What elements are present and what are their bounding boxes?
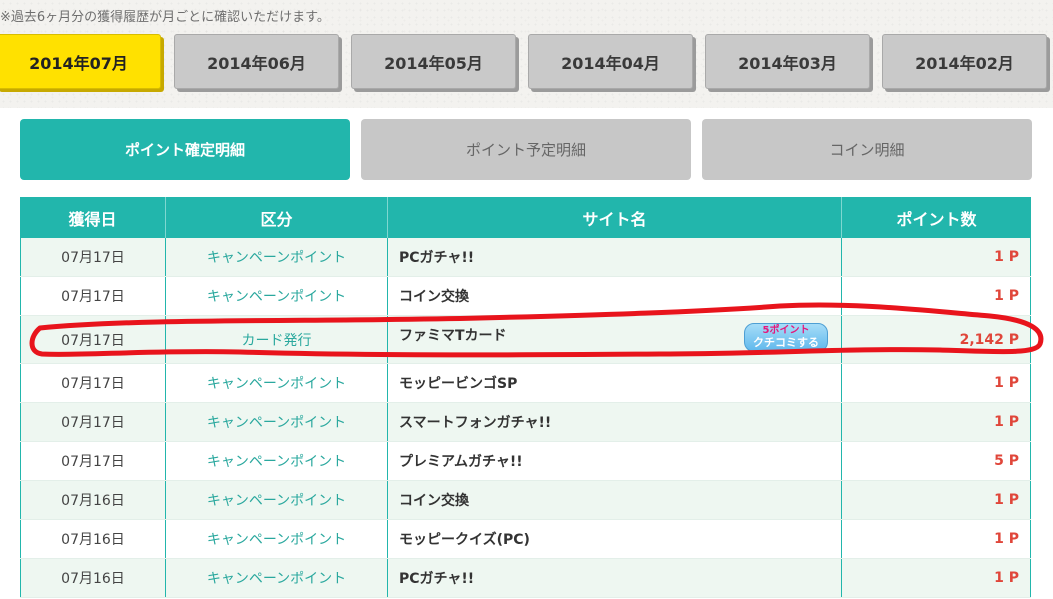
- row-category: カード発行: [166, 316, 388, 363]
- table-row: 07月16日 キャンペーンポイント モッピークイズ(PC) 1 P: [20, 520, 1031, 559]
- row-points: 1 P: [842, 559, 1031, 597]
- row-site-name: ファミマTカード 5ポイント クチコミする: [388, 316, 842, 363]
- row-category: キャンペーンポイント: [166, 442, 388, 480]
- row-date: 07月16日: [20, 520, 166, 558]
- header-category: 区分: [166, 197, 388, 238]
- table-row-highlighted: 07月17日 カード発行 ファミマTカード 5ポイント クチコミする 2,142…: [20, 316, 1031, 364]
- row-points: 1 P: [842, 364, 1031, 402]
- row-date: 07月17日: [20, 364, 166, 402]
- month-tab-2014-07[interactable]: 2014年07月: [0, 34, 161, 89]
- row-category: キャンペーンポイント: [166, 520, 388, 558]
- table-row: 07月17日 キャンペーンポイント スマートフォンガチャ!! 1 P: [20, 403, 1031, 442]
- tab-confirmed-points[interactable]: ポイント確定明細: [20, 119, 350, 180]
- row-category: キャンペーンポイント: [166, 403, 388, 441]
- row-category: キャンペーンポイント: [166, 364, 388, 402]
- table-header: 獲得日 区分 サイト名 ポイント数: [20, 197, 1031, 238]
- row-points: 5 P: [842, 442, 1031, 480]
- table-row: 07月16日 キャンペーンポイント コイン交換 1 P: [20, 481, 1031, 520]
- row-points: 1 P: [842, 238, 1031, 276]
- row-date: 07月16日: [20, 559, 166, 597]
- row-category: キャンペーンポイント: [166, 238, 388, 276]
- row-site-name: コイン交換: [388, 277, 842, 315]
- history-note: ※過去6ヶ月分の獲得履歴が月ごとに確認いただけます。: [0, 10, 330, 25]
- write-review-button[interactable]: 5ポイント クチコミする: [744, 323, 828, 352]
- table-row: 07月17日 キャンペーンポイント モッピービンゴSP 1 P: [20, 364, 1031, 403]
- row-site-name: モッピークイズ(PC): [388, 520, 842, 558]
- month-tab-2014-03[interactable]: 2014年03月: [705, 34, 870, 89]
- row-points: 1 P: [842, 481, 1031, 519]
- row-site-name: スマートフォンガチャ!!: [388, 403, 842, 441]
- month-tab-2014-06[interactable]: 2014年06月: [174, 34, 339, 89]
- header-date: 獲得日: [20, 197, 166, 238]
- row-category: キャンペーンポイント: [166, 277, 388, 315]
- tab-coin-details[interactable]: コイン明細: [702, 119, 1032, 180]
- row-points: 1 P: [842, 520, 1031, 558]
- row-site-name: PCガチャ!!: [388, 559, 842, 597]
- row-points: 2,142 P: [842, 316, 1031, 363]
- row-date: 07月17日: [20, 442, 166, 480]
- points-history-table: 獲得日 区分 サイト名 ポイント数 07月17日 キャンペーンポイント PCガチ…: [20, 197, 1031, 598]
- row-date: 07月16日: [20, 481, 166, 519]
- table-row: 07月17日 キャンペーンポイント PCガチャ!! 1 P: [20, 238, 1031, 277]
- row-date: 07月17日: [20, 403, 166, 441]
- row-date: 07月17日: [20, 277, 166, 315]
- row-site-name: PCガチャ!!: [388, 238, 842, 276]
- tab-pending-points[interactable]: ポイント予定明細: [361, 119, 691, 180]
- row-points: 1 P: [842, 277, 1031, 315]
- row-category: キャンペーンポイント: [166, 559, 388, 597]
- review-action-label: クチコミする: [753, 335, 819, 349]
- row-points: 1 P: [842, 403, 1031, 441]
- row-date: 07月17日: [20, 316, 166, 363]
- month-tab-2014-05[interactable]: 2014年05月: [351, 34, 516, 89]
- table-row: 07月17日 キャンペーンポイント プレミアムガチャ!! 5 P: [20, 442, 1031, 481]
- header-site-name: サイト名: [388, 197, 842, 238]
- month-tab-2014-02[interactable]: 2014年02月: [882, 34, 1047, 89]
- row-category: キャンペーンポイント: [166, 481, 388, 519]
- month-tab-2014-04[interactable]: 2014年04月: [528, 34, 693, 89]
- row-site-name-text: ファミマTカード: [399, 327, 507, 344]
- header-points: ポイント数: [896, 209, 977, 229]
- table-row: 07月17日 キャンペーンポイント コイン交換 1 P: [20, 277, 1031, 316]
- row-site-name: コイン交換: [388, 481, 842, 519]
- table-row: 07月16日 キャンペーンポイント PCガチャ!! 1 P: [20, 559, 1031, 598]
- row-site-name: プレミアムガチャ!!: [388, 442, 842, 480]
- row-date: 07月17日: [20, 238, 166, 276]
- month-selector-area: ※過去6ヶ月分の獲得履歴が月ごとに確認いただけます。 2014年07月 2014…: [0, 0, 1053, 108]
- row-site-name: モッピービンゴSP: [388, 364, 842, 402]
